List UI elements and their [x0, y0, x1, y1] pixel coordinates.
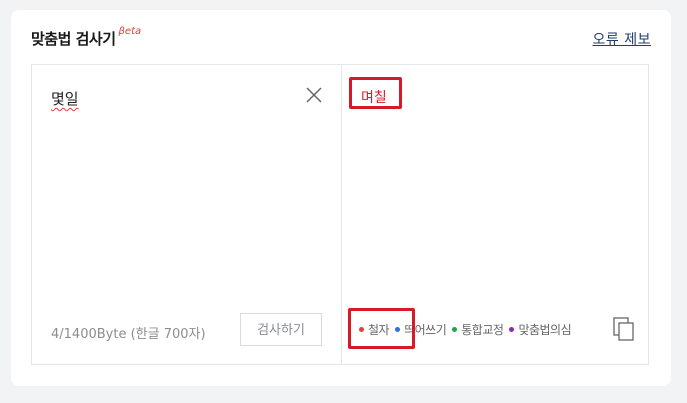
checker-panel: 몇일 4/1400Byte (한글 700자) 검사하기 며칠 철자 띄어쓰기 통합…	[31, 64, 649, 365]
spell-checker-card: 맞춤법 검사기 βeta 오류 제보 몇일 4/1400Byte (한글 700자…	[11, 10, 671, 386]
legend-label: 맞춤법의심	[518, 323, 572, 337]
legend-dot	[452, 327, 458, 332]
input-pane: 몇일 4/1400Byte (한글 700자) 검사하기	[32, 65, 342, 364]
header: 맞춤법 검사기 βeta	[31, 26, 142, 52]
copy-icon[interactable]	[613, 317, 635, 341]
corrected-text[interactable]: 며칠	[361, 87, 387, 107]
report-error-link[interactable]: 오류 제보	[593, 29, 651, 49]
legend-label: 통합교정	[461, 323, 504, 337]
close-icon[interactable]	[304, 85, 324, 105]
check-button[interactable]: 검사하기	[240, 313, 322, 346]
byte-counter: 4/1400Byte (한글 700자)	[51, 327, 206, 342]
legend-item-integrated: 통합교정	[452, 321, 504, 338]
legend-item-suspected: 맞춤법의심	[509, 321, 572, 338]
legend-dot	[509, 327, 515, 332]
beta-badge: βeta	[118, 26, 142, 37]
input-textarea[interactable]: 몇일	[51, 88, 79, 109]
legend-highlight-box	[348, 308, 415, 349]
result-pane: 며칠 철자 띄어쓰기 통합교정 맞춤법의심	[342, 65, 648, 364]
page-title: 맞춤법 검사기	[31, 30, 116, 48]
